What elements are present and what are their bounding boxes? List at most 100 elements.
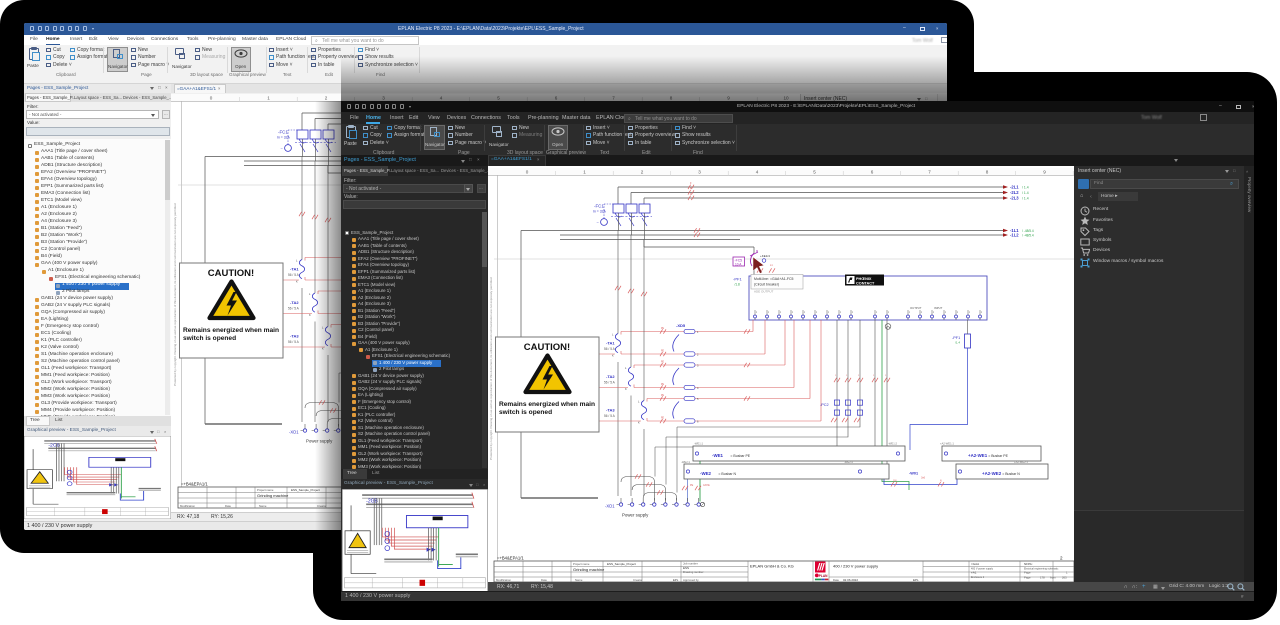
svg-text:-1L2: -1L2 (1010, 233, 1019, 238)
svg-text:/1.8: /1.8 (735, 283, 741, 287)
svg-text:5: 5 (813, 170, 816, 175)
svg-text:ADE OUTPUT: ADE OUTPUT (754, 290, 774, 294)
svg-text:L: L (625, 366, 627, 370)
svg-text:=+B4&EPA1/1: =+B4&EPA1/1 (497, 556, 524, 561)
svg-text:1: 1 (888, 311, 890, 314)
svg-text:+A2-WE1:1: +A2-WE1:1 (940, 442, 954, 446)
svg-text:+KE1/4: +KE1/4 (760, 254, 770, 258)
svg-text:Modification: Modification (180, 504, 195, 508)
svg-text:Grinding machine: Grinding machine (573, 567, 605, 572)
svg-text:OUTPUT: OUTPUT (910, 306, 922, 310)
svg-text:2: 2 (325, 96, 328, 101)
svg-text:-WE2:1: -WE2:1 (681, 460, 690, 464)
svg-text:~: ~ (281, 146, 284, 151)
svg-text:9: 9 (1043, 170, 1046, 175)
svg-text:= Busbar PE: = Busbar PE (730, 454, 750, 458)
svg-text:1: 1 (957, 311, 959, 314)
svg-text:PLAN: PLAN (819, 574, 828, 578)
svg-text:M: M (756, 249, 758, 253)
svg-text:GN: GN (893, 481, 897, 483)
svg-text:2: 2 (1060, 556, 1063, 561)
svg-text:56 / 5 A: 56 / 5 A (288, 340, 300, 344)
svg-text:1: 1 (921, 311, 923, 314)
svg-text:1: 1 (933, 311, 935, 314)
svg-text:-WE1: -WE1 (712, 453, 724, 458)
svg-text:N: N (940, 481, 942, 483)
svg-text:1: 1 (852, 311, 854, 314)
svg-text:L: L (296, 259, 298, 263)
svg-text:Enclosure 1: Enclosure 1 (971, 576, 985, 579)
svg-text:-PC2: -PC2 (820, 403, 829, 407)
svg-text:-PF1: -PF1 (733, 277, 742, 282)
svg-text:= Busbar N: = Busbar N (1002, 472, 1020, 476)
svg-text:-TA3: -TA3 (606, 408, 615, 413)
svg-text:-2L1: -2L1 (1010, 185, 1019, 190)
svg-text:-XD1: -XD1 (605, 504, 615, 509)
svg-text:L1: L1 (770, 264, 773, 267)
svg-text:2: 2 (641, 170, 644, 175)
svg-text:56 / 5 A: 56 / 5 A (288, 307, 300, 311)
svg-text:1: 1 (583, 170, 586, 175)
svg-text:56 / 5 A: 56 / 5 A (604, 347, 616, 351)
svg-text:Grinding machine: Grinding machine (257, 493, 289, 498)
svg-text:/ -48/5.4: / -48/5.4 (1022, 229, 1034, 233)
svg-text:56 / 5 A: 56 / 5 A (604, 381, 616, 385)
svg-text:/ 1.4: / 1.4 (1022, 191, 1029, 195)
svg-text:6: 6 (697, 420, 699, 424)
svg-text:1: 1 (267, 96, 270, 101)
svg-text:-TA2: -TA2 (290, 300, 299, 305)
svg-text:1: 1 (981, 311, 983, 314)
svg-text:1: 1 (804, 311, 806, 314)
svg-text:=GAA: =GAA (971, 562, 979, 566)
svg-text:7: 7 (928, 170, 931, 175)
svg-text:/1.4: /1.4 (955, 341, 960, 345)
svg-text:-TA1: -TA1 (606, 341, 615, 346)
svg-text:1: 1 (792, 311, 794, 314)
svg-text:CAUTION!: CAUTION! (524, 342, 570, 353)
svg-text:In = 32A: In = 32A (593, 210, 606, 214)
svg-text:Project name: Project name (257, 488, 274, 492)
svg-text:6: 6 (871, 170, 874, 175)
svg-text:-WE1:2: -WE1:2 (888, 442, 897, 446)
svg-text:PE: PE (661, 362, 665, 364)
svg-text:-WE2: -WE2 (700, 471, 712, 476)
svg-text:L: L (612, 333, 614, 337)
svg-text:PE: PE (661, 418, 665, 420)
svg-text:ESS: ESS (683, 566, 689, 570)
svg-text:PE: PE (661, 351, 665, 353)
svg-text:400 / 230 V power supply: 400 / 230 V power supply (833, 564, 878, 569)
svg-text:10 A: 10 A (735, 262, 742, 266)
svg-text:ESS_Sample_Project: ESS_Sample_Project (607, 562, 636, 566)
svg-text:CONTACT: CONTACT (856, 281, 875, 285)
svg-text:3x6: 3x6 (921, 477, 926, 480)
svg-text:-PF1: -PF1 (952, 336, 960, 340)
svg-text:(Circuit breaker): (Circuit breaker) (754, 283, 779, 287)
svg-text:CAUTION!: CAUTION! (208, 268, 254, 279)
svg-text:178: 178 (1040, 576, 1045, 580)
svg-text:-TA1: -TA1 (290, 267, 299, 272)
svg-text:Name: Name (259, 504, 267, 508)
svg-text:-XD5: -XD5 (676, 323, 686, 328)
svg-text:-XD1: -XD1 (289, 430, 299, 435)
svg-text:/ 1.4: / 1.4 (1022, 186, 1029, 190)
svg-text:0: 0 (210, 96, 213, 101)
svg-text:Remains energized when main: Remains energized when main (499, 401, 595, 408)
svg-text:PE: PE (661, 328, 665, 330)
svg-text:Power supply: Power supply (622, 513, 649, 518)
svg-text:+A2-WE2:1: +A2-WE2:1 (1014, 460, 1028, 464)
svg-text:1: 1 (780, 311, 782, 314)
svg-text:INPUT: INPUT (934, 306, 943, 310)
svg-text:8: 8 (986, 170, 989, 175)
svg-text:-WE1:1: -WE1:1 (694, 442, 703, 446)
svg-text:PE: PE (661, 384, 665, 386)
svg-text:1: 1 (945, 311, 947, 314)
svg-text:PE: PE (661, 395, 665, 397)
svg-text:4: 4 (697, 386, 699, 390)
svg-text:1: 1 (816, 311, 818, 314)
svg-text:1: 1 (876, 311, 878, 314)
svg-text:from: from (1050, 576, 1056, 580)
svg-text:/ -48/5.4: / -48/5.4 (1022, 234, 1034, 238)
svg-text:-2L2: -2L2 (1010, 190, 1019, 195)
svg-text:3: 3 (698, 170, 701, 175)
svg-text:0: 0 (526, 170, 529, 175)
